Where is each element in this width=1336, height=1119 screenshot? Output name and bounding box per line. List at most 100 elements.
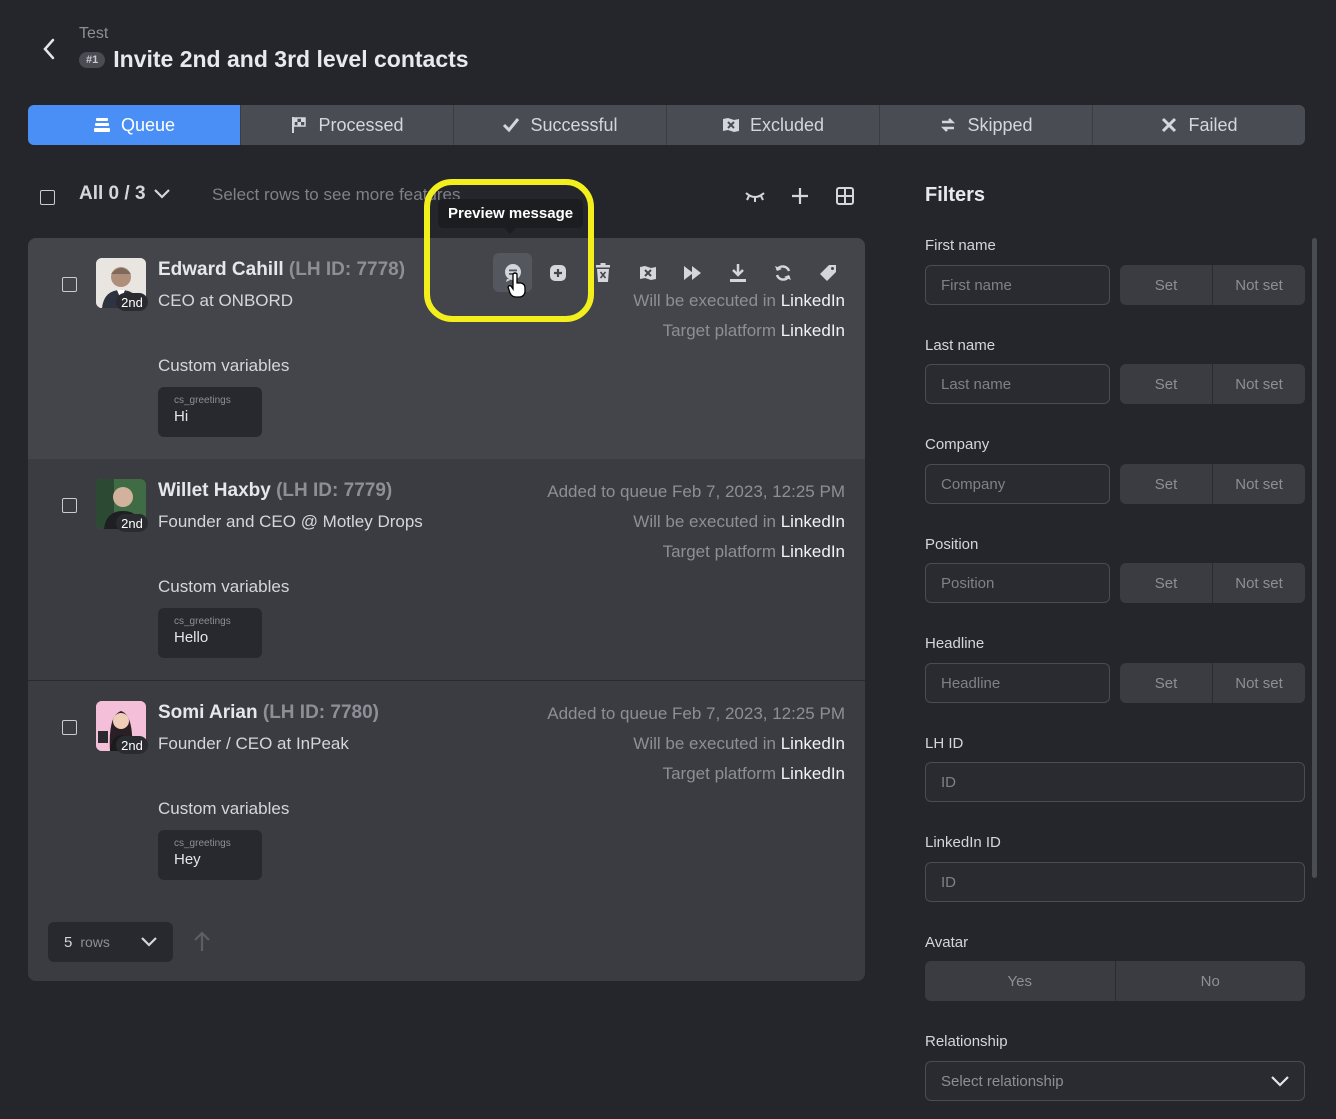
rows-label: rows [80,934,110,950]
not-set-button[interactable]: Not set [1213,663,1305,703]
linkedin-id-label: LinkedIn ID [925,834,1001,851]
chevron-left-icon [43,38,55,60]
position-input[interactable]: Position [925,563,1110,603]
filters-title: Filters [925,184,986,206]
eye-closed-icon [745,192,765,202]
row-checkbox[interactable] [62,498,77,513]
row-checkbox[interactable] [62,277,77,292]
relationship-select[interactable]: Select relationship [925,1061,1305,1101]
first-name-input[interactable]: First name [925,265,1110,305]
plus-icon [792,188,808,204]
not-set-button[interactable]: Not set [1213,265,1305,305]
set-button[interactable]: Set [1120,663,1213,703]
scrollbar[interactable] [1312,238,1317,878]
not-set-button[interactable]: Not set [1213,464,1305,504]
contact-name[interactable]: Willet Haxby (LH ID: 7779) [158,480,392,502]
grid-icon [836,187,854,205]
hide-button[interactable] [743,184,767,208]
page-title: Invite 2nd and 3rd level contacts [113,46,469,72]
company-input[interactable]: Company [925,464,1110,504]
add-button[interactable] [788,184,812,208]
lh-id: (LH ID: 7780) [262,702,380,723]
tab-label: Queue [120,114,176,135]
headline-input[interactable]: Headline [925,663,1110,703]
custom-variable-key: cs_greetings [174,395,231,406]
lh-id-input[interactable]: ID [925,762,1305,802]
row-checkbox[interactable] [62,720,77,735]
executed-platform: LinkedIn [780,512,845,531]
linkedin-id-input[interactable]: ID [925,862,1305,902]
x-icon [1162,117,1177,133]
tab-label: Skipped [967,114,1033,135]
tab-label: Successful [530,114,618,135]
back-button[interactable] [38,36,60,62]
custom-variable-value: Hi [174,408,189,425]
set-button[interactable]: Set [1120,464,1213,504]
select-all-dropdown[interactable]: All 0 / 3 [79,183,170,205]
set-button[interactable]: Set [1120,265,1213,305]
custom-variable-value: Hey [174,851,201,868]
executed-prefix: Will be executed in [633,734,776,753]
scroll-top-button[interactable] [192,930,212,957]
tab-excluded[interactable]: Excluded [667,105,880,145]
rows-value: 5 [64,933,73,951]
first-name-toggle: Set Not set [1120,265,1305,305]
select-all-checkbox[interactable] [40,190,55,205]
contact-name-text: Edward Cahill [158,259,284,280]
tab-skipped[interactable]: Skipped [880,105,1093,145]
exclude-icon [722,118,739,132]
degree-badge: 2nd [116,736,148,754]
custom-variable-chip: cs_greetings Hey [158,830,262,880]
avatar-toggle: Yes No [925,961,1305,1001]
custom-variable-key: cs_greetings [174,616,231,627]
table-row[interactable]: 2nd Somi Arian (LH ID: 7780) Founder / C… [28,681,865,903]
columns-button[interactable] [833,184,857,208]
custom-variables-label: Custom variables [158,356,290,375]
headline-label: Headline [925,635,985,652]
tab-processed[interactable]: Processed [241,105,454,145]
queue-list: 2nd Edward Cahill (LH ID: 7778) CEO at O… [28,238,865,981]
tab-queue[interactable]: Queue [28,105,241,145]
tooltip: Preview message [438,199,584,234]
set-button[interactable]: Set [1120,364,1213,404]
custom-variables-label: Custom variables [158,577,290,596]
cursor-hand-icon [507,272,527,303]
table-row[interactable]: 2nd Willet Haxby (LH ID: 7779) Founder a… [28,459,865,681]
chevron-down-icon [153,189,170,199]
target-platform: LinkedIn [780,321,845,340]
trash-icon [595,262,610,282]
target-line: Target platform LinkedIn [547,537,845,567]
skip-icon [941,118,956,132]
avatar-no-button[interactable]: No [1116,961,1306,1001]
tab-label: Processed [318,114,404,135]
custom-variable-chip: cs_greetings Hi [158,387,262,437]
exclude-icon [639,265,656,280]
executed-prefix: Will be executed in [633,291,776,310]
contact-name[interactable]: Edward Cahill (LH ID: 7778) [158,259,405,281]
not-set-button[interactable]: Not set [1213,563,1305,603]
tag-icon [819,264,836,281]
target-line: Target platform LinkedIn [633,316,845,346]
status-tabs: Queue Processed Successful Excluded Skip… [28,105,1305,145]
set-button[interactable]: Set [1120,563,1213,603]
rows-per-page-select[interactable]: 5 rows [48,922,173,962]
company-label: Company [925,436,990,453]
avatar-yes-button[interactable]: Yes [925,961,1116,1001]
breadcrumb[interactable]: Test [79,25,108,43]
tab-successful[interactable]: Successful [454,105,667,145]
target-prefix: Target platform [662,542,776,561]
chevron-down-icon [1271,1075,1289,1087]
contact-name[interactable]: Somi Arian (LH ID: 7780) [158,702,379,724]
tab-failed[interactable]: Failed [1093,105,1305,145]
custom-variables-label: Custom variables [158,799,290,818]
first-name-label: First name [925,237,996,254]
lh-id-label: LH ID [925,735,964,752]
not-set-button[interactable]: Not set [1213,364,1305,404]
last-name-input[interactable]: Last name [925,364,1110,404]
custom-variable-key: cs_greetings [174,838,231,849]
last-name-label: Last name [925,337,996,354]
executed-line: Will be executed in LinkedIn [547,507,845,537]
custom-variable-chip: cs_greetings Hello [158,608,262,658]
refresh-icon [774,264,791,281]
execution-info: Added to queue Feb 7, 2023, 12:25 PM Wil… [547,699,845,789]
